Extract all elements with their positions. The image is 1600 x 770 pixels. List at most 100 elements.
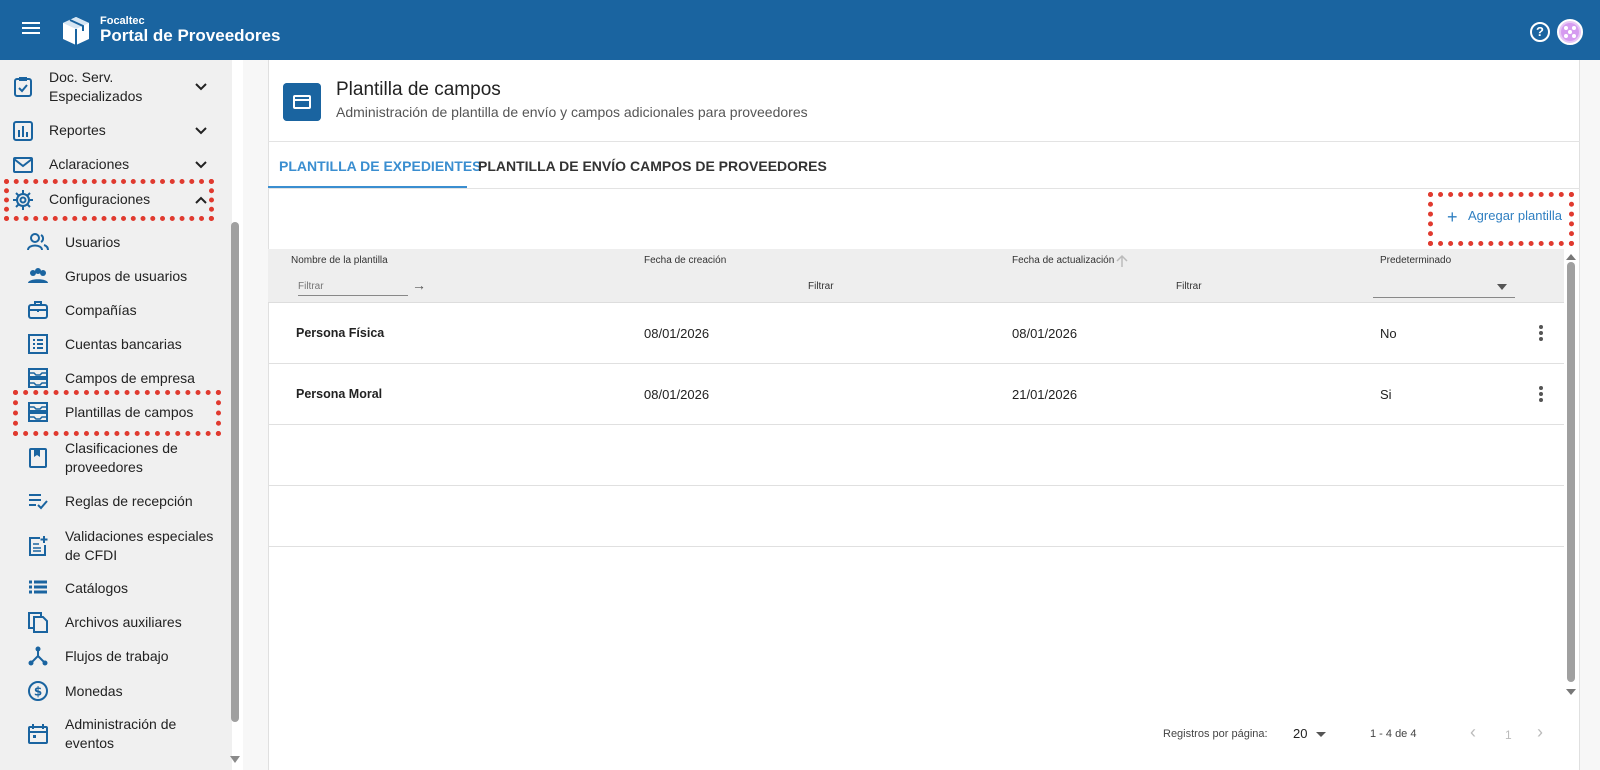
briefcase-icon: [28, 301, 48, 319]
more-vert-icon[interactable]: [1538, 385, 1544, 403]
row-updated: 08/01/2026: [1012, 326, 1078, 341]
sidebar-item-flujos-trabajo[interactable]: Flujos de trabajo: [0, 645, 232, 667]
files-copy-icon: [28, 612, 48, 633]
sidebar-item-reportes[interactable]: Reportes: [0, 119, 232, 143]
column-header-nombre[interactable]: Nombre de la plantilla: [291, 255, 388, 266]
sidebar-item-label: Doc. Serv. Especializados: [49, 69, 143, 104]
sidebar-item-reglas-recepcion[interactable]: Reglas de recepción: [0, 490, 232, 512]
avatar-pattern-icon: [1561, 23, 1579, 41]
sidebar-item-aclaraciones[interactable]: Aclaraciones: [0, 153, 232, 177]
sidebar-item-grupos-usuarios[interactable]: Grupos de usuarios: [0, 265, 232, 287]
user-group-icon: [28, 268, 48, 283]
caret-down-icon[interactable]: [1316, 732, 1326, 737]
table-row[interactable]: Persona Física 08/01/2026 08/01/2026 No: [268, 303, 1564, 364]
column-header-predeterminado[interactable]: Predeterminado: [1380, 255, 1451, 266]
sidebar-item-label: Aclaraciones: [49, 156, 130, 172]
sidebar-item-plantillas-campos[interactable]: Plantillas de campos: [0, 401, 232, 423]
users-icon: [27, 233, 49, 251]
chevron-up-icon: [195, 196, 207, 204]
sidebar-item-archivos-auxiliares[interactable]: Archivos auxiliares: [0, 611, 232, 633]
list-icon: [29, 580, 47, 594]
sidebar-item-companias[interactable]: Compañías: [0, 299, 232, 321]
cube-logo-icon: [63, 17, 89, 45]
sidebar-item-cuentas-bancarias[interactable]: Cuentas bancarias: [0, 333, 232, 355]
sidebar-item-label: Compañías: [65, 302, 137, 318]
sidebar-item-usuarios[interactable]: Usuarios: [0, 231, 232, 253]
sidebar-item-label: Clasificaciones de proveedores: [65, 440, 178, 475]
sidebar-item-label: Configuraciones: [49, 191, 151, 207]
list-box-icon: [28, 334, 48, 354]
scroll-down-arrow-icon[interactable]: [230, 756, 240, 763]
sidebar-item-administracion-eventos[interactable]: Administración de eventos: [0, 714, 232, 754]
mail-icon: [13, 157, 33, 173]
hamburger-menu-icon[interactable]: [20, 19, 42, 41]
sidebar-item-label: Catálogos: [65, 580, 129, 596]
sidebar-scrollbar[interactable]: [231, 222, 239, 722]
chevron-down-icon: [195, 161, 207, 169]
name-filter-input[interactable]: [298, 278, 408, 296]
post-add-icon: [29, 536, 48, 556]
sidebar-item-campos-empresa[interactable]: Campos de empresa: [0, 367, 232, 389]
tab-plantilla-expedientes[interactable]: PLANTILLA DE EXPEDIENTES: [279, 158, 482, 174]
creation-date-filter[interactable]: Filtrar: [808, 281, 834, 292]
sidebar-item-label: Cuentas bancarias: [65, 336, 182, 352]
sidebar-item-label: Archivos auxiliares: [65, 614, 182, 630]
pagination-range: 1 - 4 de 4: [1370, 728, 1417, 740]
sidebar-item-label: Campos de empresa: [65, 370, 195, 386]
dollar-coin-icon: $: [28, 681, 48, 701]
table-scrollbar[interactable]: [1567, 262, 1575, 682]
tabs-divider: [268, 188, 1580, 189]
sort-arrow-up-icon[interactable]: [1116, 254, 1128, 268]
top-app-bar: Focaltec Portal de Proveedores ?: [0, 0, 1600, 60]
tab-plantilla-envio[interactable]: PLANTILLA DE ENVÍO: [478, 158, 626, 174]
tab-campos-proveedores[interactable]: CAMPOS DE PROVEEDORES: [630, 158, 827, 174]
row-created: 08/01/2026: [644, 387, 710, 402]
calendar-icon: [28, 724, 48, 744]
scroll-down-arrow-icon[interactable]: [1566, 689, 1576, 695]
table-row[interactable]: Persona Moral 08/01/2026 21/01/2026 Si: [268, 364, 1564, 425]
chevron-down-icon: [195, 127, 207, 135]
sidebar-item-label: Reportes: [49, 122, 106, 138]
sidebar-item-label: Usuarios: [65, 234, 121, 250]
column-header-fecha-actualizacion[interactable]: Fecha de actualización: [1012, 255, 1114, 266]
arrow-right-icon[interactable]: →: [412, 277, 426, 293]
row-created: 08/01/2026: [644, 326, 710, 341]
avatar[interactable]: [1557, 19, 1583, 45]
column-header-fecha-creacion[interactable]: Fecha de creación: [644, 255, 726, 266]
sidebar-item-configuraciones[interactable]: Configuraciones: [0, 188, 232, 212]
sidebar-item-label: Reglas de recepción: [65, 493, 193, 509]
workflow-icon: [28, 646, 48, 666]
help-icon[interactable]: ?: [1530, 22, 1550, 42]
clipboard-check-icon: [14, 77, 32, 97]
update-date-filter[interactable]: Filtrar: [1176, 281, 1202, 292]
page-subtitle: Administración de plantilla de envío y c…: [336, 104, 808, 120]
bookmark-book-icon: [29, 448, 47, 468]
sidebar-item-label: Plantillas de campos: [65, 404, 194, 420]
filter-row: → Filtrar Filtrar: [268, 273, 1564, 303]
table-header: Nombre de la plantilla Fecha de creación…: [268, 249, 1564, 273]
sidebar-item-label: Flujos de trabajo: [65, 648, 169, 664]
sidebar-item-clasificaciones[interactable]: Clasificaciones de proveedores: [0, 438, 232, 478]
chevron-right-icon[interactable]: ›: [1537, 722, 1543, 743]
sidebar-item-validaciones-cfdi[interactable]: Validaciones especiales de CFDI: [0, 526, 232, 566]
sidebar-item-doc-serv[interactable]: Doc. Serv. Especializados: [0, 66, 232, 108]
rows-per-page-select[interactable]: 20: [1293, 726, 1307, 741]
more-vert-icon[interactable]: [1538, 324, 1544, 342]
caret-down-icon[interactable]: [1497, 284, 1507, 290]
bar-chart-icon: [13, 121, 33, 141]
sidebar-item-catalogos[interactable]: Catálogos: [0, 577, 232, 599]
sidebar-item-label: Administración de eventos: [65, 716, 177, 751]
sidebar-item-monedas[interactable]: $ Monedas: [0, 680, 232, 702]
card-icon: [283, 83, 321, 121]
table-row-empty: [268, 486, 1564, 547]
default-filter-select[interactable]: [1373, 297, 1515, 298]
chevron-left-icon[interactable]: ‹: [1470, 722, 1476, 743]
row-name: Persona Física: [296, 326, 385, 340]
plus-icon: +: [1447, 207, 1458, 227]
checklist-icon: [29, 494, 48, 510]
row-default: Si: [1380, 387, 1392, 402]
header-divider: [268, 141, 1580, 142]
row-updated: 21/01/2026: [1012, 387, 1078, 402]
add-template-label: Agregar plantilla: [1468, 208, 1562, 223]
scroll-up-arrow-icon[interactable]: [1566, 254, 1576, 260]
